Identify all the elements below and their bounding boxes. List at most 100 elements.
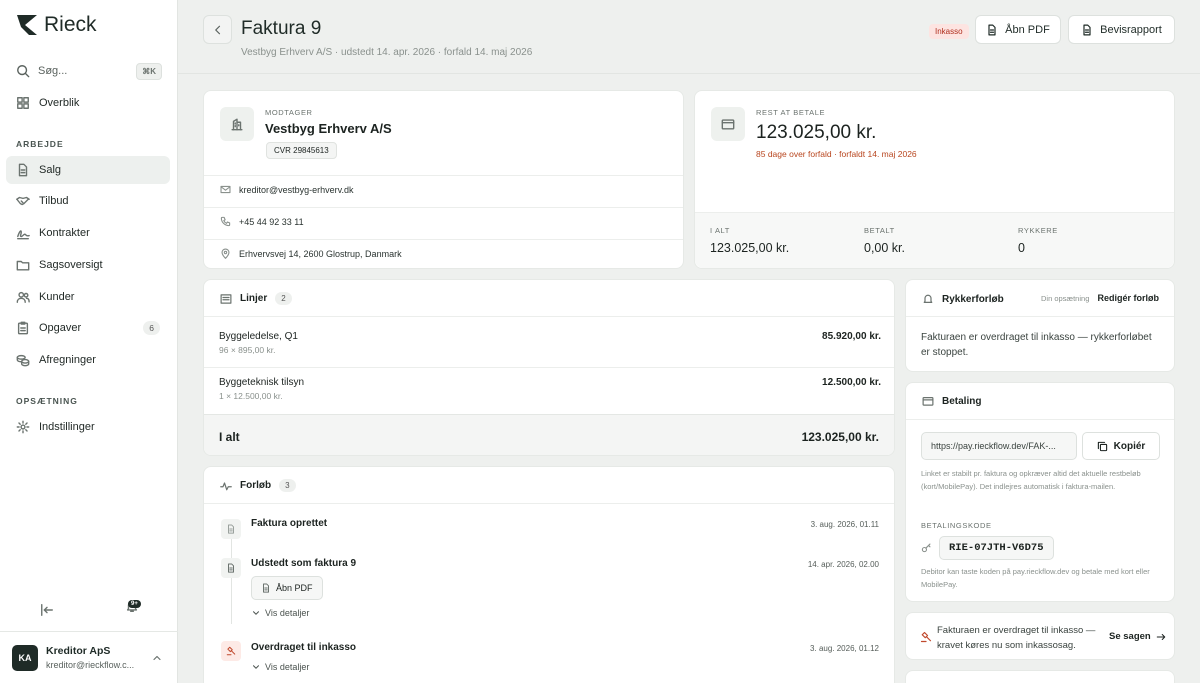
collapse-icon [41,604,53,616]
sidebar-item-customers[interactable]: Kunder [6,283,170,311]
event-title: Udstedt som faktura 9 [251,558,357,569]
lines-header: Linjer 2 [220,292,292,305]
show-details-toggle[interactable]: Vis detaljer [251,662,309,672]
sidebar-item-overview[interactable]: Overblik [6,89,170,117]
copy-link-button[interactable]: Kopiér [1082,432,1160,460]
collection-card: Fakturaen er overdraget til inkasso — kr… [905,612,1175,660]
sidebar-item-label: Afregninger [39,354,96,366]
event-open-pdf-button[interactable]: Åbn PDF [251,576,323,600]
sidebar-item-label: Indstillinger [39,421,95,433]
sidebar-item-label: Overblik [39,97,80,109]
search-shortcut: ⌘K [136,62,162,80]
sidebar-item-case-overview[interactable]: Sagsoversigt [6,251,170,279]
recipient-address-row: Erhvervsvej 14, 2600 Glostrup, Danmark [220,248,402,259]
report-icon [1083,24,1091,35]
payment-code[interactable]: RIE-07JTH-V6D75 [939,536,1054,560]
balance-card: REST AT BETALE 123.025,00 kr. 85 dage ov… [694,90,1175,269]
rieck-logo-icon [17,15,37,35]
users-icon [16,291,30,303]
sidebar-item-tasks[interactable]: Opgaver 6 [6,314,170,342]
payment-header: Betaling [922,395,981,407]
line-item[interactable]: Byggeteknisk tilsyn 1 × 12.500,00 kr. 12… [219,377,881,401]
folder-icon [16,260,30,271]
show-details-toggle[interactable]: Vis detaljer [251,608,309,618]
open-pdf-button[interactable]: Åbn PDF [975,15,1061,44]
user-name: Kreditor ApS [46,645,111,657]
sidebar-item-offers[interactable]: Tilbud [6,187,170,215]
sidebar-item-label: Kunder [39,291,75,303]
evidence-report-button[interactable]: Bevisrapport [1068,15,1175,44]
sidebar-item-settlements[interactable]: Afregninger [6,346,170,374]
user-menu[interactable]: KA Kreditor ApS kreditor@rieckflow.c... [0,631,178,683]
search-input[interactable]: Søg... ⌘K [16,61,162,81]
sidebar-item-label: Sagsoversigt [39,259,103,271]
phone-icon [220,216,231,227]
overdue-note: 85 dage over forfald · forfaldt 14. maj … [756,149,917,159]
lines-card: Linjer 2 Byggeledelse, Q1 96 × 895,00 kr… [203,279,895,456]
brand-logo[interactable]: Rieck [16,13,97,37]
show-details-label: Vis detaljer [265,608,310,618]
payment-link-note: Linket er stabilt pr. faktura og opkræve… [921,469,1141,491]
reminders-label: RYKKERE [1018,226,1058,235]
recipient-email-row[interactable]: kreditor@vestbyg-erhverv.dk [220,184,354,195]
event-title: Overdraget til inkasso [251,642,357,653]
edit-dunning-link[interactable]: Redigér forløb [1097,293,1159,303]
recipient-address: Erhvervsvej 14, 2600 Glostrup, Danmark [239,248,402,259]
sidebar-item-sales[interactable]: Salg [6,156,170,184]
document-icon [263,583,269,593]
line-item[interactable]: Byggeledelse, Q1 96 × 895,00 kr. 85.920,… [219,331,881,355]
handshake-icon [16,196,30,206]
event-time: 3. aug. 2026, 01.11 [810,520,879,529]
back-button[interactable] [203,15,232,44]
dunning-title: Rykkerforløb [942,293,1004,305]
sidebar-item-settings[interactable]: Indstillinger [6,413,170,441]
event-time: 14. apr. 2026, 02.00 [807,560,879,569]
search-placeholder: Søg... [38,65,68,77]
recipient-phone-row[interactable]: +45 44 92 33 11 [220,216,304,227]
tasks-count-badge: 6 [143,321,160,335]
activity-icon [220,481,232,490]
map-pin-icon [221,248,230,259]
recipient-label: MODTAGER [265,108,313,117]
sidebar-item-label: Opgaver [39,322,82,334]
document-icon [221,519,241,539]
line-item-detail: 96 × 895,00 kr. [219,345,276,355]
list-icon [220,293,232,304]
building-icon [220,107,254,141]
event-open-pdf-label: Åbn PDF [276,583,313,593]
recipient-name: Vestbyg Erhverv A/S [265,121,392,136]
gavel-icon [920,631,932,643]
status-badge: Inkasso [929,24,969,39]
lines-total-value: 123.025,00 kr. [801,430,879,444]
chevron-left-icon [214,25,220,34]
event-title: Faktura oprettet [251,518,328,529]
lines-title: Linjer [240,293,268,304]
view-case-label: Se sagen [1109,631,1151,642]
payment-code-note: Debitor kan taste koden på pay.rieckflow… [921,567,1150,589]
dunning-text: Fakturaen er overdraget til inkasso — ry… [921,332,1152,358]
sidebar-item-label: Kontrakter [39,227,90,239]
section-work: ARBEJDE [16,139,64,149]
timeline-card: Forløb 3 Faktura oprettet 3. aug. 2026, … [203,466,895,683]
balance-label: REST AT BETALE [756,108,826,117]
timeline-header: Forløb 3 [220,479,296,492]
lines-total-row: I alt 123.025,00 kr. [204,414,894,455]
sidebar-item-contracts[interactable]: Kontrakter [6,219,170,247]
document-icon [221,558,241,578]
payment-link-field[interactable]: https://pay.rieckflow.dev/FAK-... [921,432,1077,460]
chevron-down-icon [253,665,259,669]
copy-label: Kopiér [1113,440,1146,452]
line-item-detail: 1 × 12.500,00 kr. [219,391,283,401]
arrow-right-icon [1156,633,1165,640]
timeline-connector [231,539,232,624]
collapse-sidebar-button[interactable] [40,603,54,617]
page-header: Faktura 9 Vestbyg Erhverv A/S · udstedt … [178,0,1200,74]
cvr-badge: CVR 29845613 [266,142,337,159]
view-case-link[interactable]: Se sagen [1109,631,1166,642]
lines-count: 2 [275,292,292,305]
paid-label: BETALT [864,226,895,235]
recipient-phone: +45 44 92 33 11 [239,216,304,227]
line-item-name: Byggeteknisk tilsyn [219,377,305,388]
payment-card: Betaling https://pay.rieckflow.dev/FAK-.… [905,382,1175,602]
user-email: kreditor@rieckflow.c... [46,660,135,670]
